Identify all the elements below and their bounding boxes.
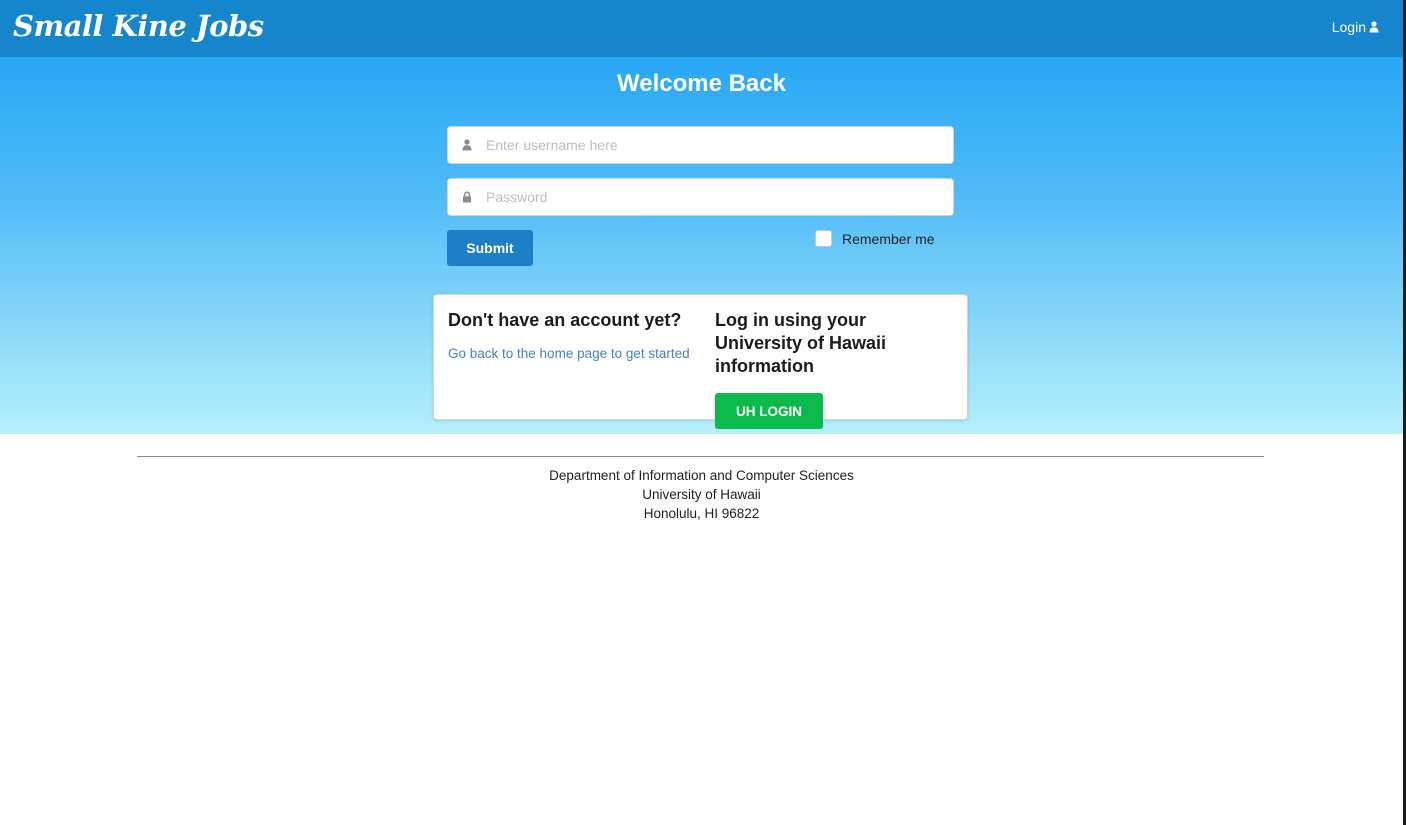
nav-login-link[interactable]: Login [1332, 19, 1379, 35]
lock-icon [448, 191, 486, 203]
remember-me-label: Remember me [842, 230, 935, 247]
footer-line-department: Department of Information and Computer S… [549, 468, 854, 483]
page: Small Kine Jobs Login Welcome Back Enter… [0, 0, 1406, 825]
footer-divider [137, 456, 1264, 457]
uh-login-button[interactable]: UH LOGIN [715, 393, 823, 429]
user-icon [448, 139, 486, 151]
signup-column: Don't have an account yet? Go back to th… [448, 309, 693, 363]
password-field[interactable] [447, 178, 954, 216]
remember-me-checkbox[interactable] [815, 230, 832, 247]
remember-me-toggle[interactable]: Remember me [815, 230, 935, 247]
uh-login-column: Log in using your University of Hawaii i… [715, 309, 955, 429]
submit-button[interactable]: Submit [447, 230, 533, 266]
uh-login-heading: Log in using your University of Hawaii i… [715, 310, 887, 376]
nav-login-label: Login [1331, 19, 1366, 35]
footer: Department of Information and Computer S… [0, 466, 1403, 523]
user-icon [1369, 21, 1379, 33]
page-title: Welcome Back [617, 70, 786, 97]
footer-line-address: Honolulu, HI 96822 [643, 506, 760, 521]
navbar: Small Kine Jobs Login [0, 0, 1403, 57]
footer-line-university: University of Hawaii [642, 487, 761, 502]
home-page-link[interactable]: Go back to the home page to get started [448, 344, 693, 363]
password-input[interactable] [486, 189, 953, 205]
brand-logo[interactable]: Small Kine Jobs [13, 6, 264, 46]
username-input[interactable] [486, 137, 953, 153]
username-field[interactable] [447, 126, 954, 164]
login-options-card: Don't have an account yet? Go back to th… [433, 294, 968, 429]
hero-section: Welcome Back Submit Remember me [0, 57, 1403, 434]
signup-heading: Don't have an account yet? [448, 310, 682, 330]
